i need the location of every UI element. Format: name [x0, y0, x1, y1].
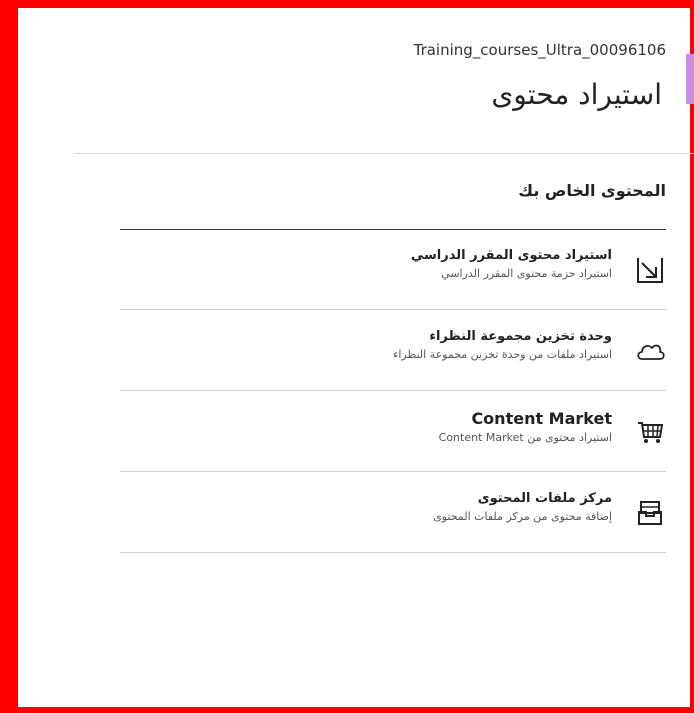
- option-description: إضافة محتوى من مركز ملفات المحتوى: [433, 510, 612, 523]
- option-label: وحدة تخزين مجموعة النظراء: [429, 329, 612, 344]
- cart-icon: [634, 416, 666, 448]
- option-label: مركز ملفات المحتوى: [477, 491, 612, 506]
- option-cloud-storage[interactable]: وحدة تخزين مجموعة النظراء استيراد ملفات …: [120, 311, 666, 391]
- option-label: استيراد محتوى المقرر الدراسي: [410, 248, 612, 263]
- course-id: Training_courses_Ultra_00096106: [413, 41, 666, 59]
- section-title: المحتوى الخاص بك: [518, 181, 666, 200]
- frame-bottom-border: [0, 707, 694, 713]
- option-content-market[interactable]: Content Market استيراد محتوى من Content …: [120, 392, 666, 472]
- option-content-collection[interactable]: مركز ملفات المحتوى إضافة محتوى من مركز م…: [120, 473, 666, 553]
- option-description: استيراد حزمة محتوى المقرر الدراسي: [441, 267, 612, 280]
- option-description: استيراد ملفات من وحدة تخزين مجموعة النظر…: [393, 348, 612, 361]
- frame-left-border: [0, 0, 18, 713]
- frame-right-border: [690, 0, 694, 713]
- header-divider: [74, 153, 694, 154]
- option-label: Content Market: [471, 409, 612, 428]
- page-title: استيراد محتوى: [491, 78, 662, 111]
- accent-bar: [686, 54, 694, 104]
- import-arrow-icon: [634, 254, 666, 286]
- inbox-tray-icon: [634, 497, 666, 529]
- option-description: استيراد محتوى من Content Market: [438, 431, 612, 444]
- option-import-course-content[interactable]: استيراد محتوى المقرر الدراسي استيراد حزم…: [120, 230, 666, 310]
- cloud-icon: [634, 335, 666, 367]
- frame-top-border: [0, 0, 694, 8]
